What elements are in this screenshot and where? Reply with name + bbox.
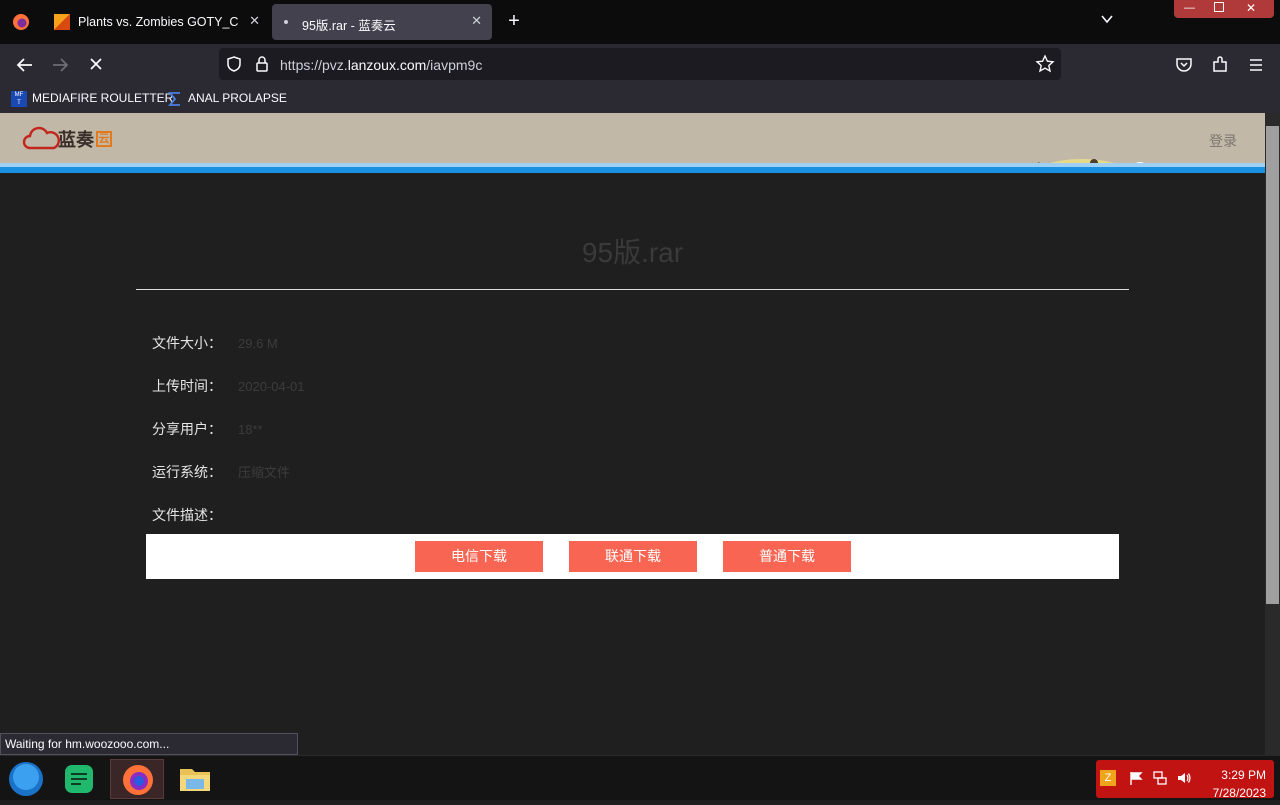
- start-orb-icon[interactable]: [0, 759, 54, 799]
- clock[interactable]: 3:29 PM 7/28/2023: [1213, 766, 1266, 802]
- taskbar: Z 3:29 PM 7/28/2023: [0, 755, 1280, 800]
- download-panel: 电信下载 联通下载 普通下载: [146, 534, 1119, 579]
- bookmark-star-icon[interactable]: [1035, 54, 1055, 79]
- normal-download-button[interactable]: 普通下载: [723, 541, 851, 572]
- file-name-heading: 95版.rar: [581, 237, 684, 268]
- info-value: 29.6 M: [238, 336, 278, 351]
- clock-date: 7/28/2023: [1212, 786, 1266, 800]
- login-link[interactable]: 登录: [1209, 131, 1237, 151]
- info-row-share-user: 分享用户： 18**: [152, 419, 263, 439]
- lanzou-logo[interactable]: 蓝奏云: [22, 126, 112, 152]
- info-label: 文件描述：: [152, 507, 222, 523]
- bookmark-label: MEDIAFIRE ROULETTER: [32, 91, 174, 106]
- firefox-icon[interactable]: [110, 759, 164, 799]
- bookmark-anal-prolapse[interactable]: ANAL PROLAPSE: [167, 91, 287, 107]
- header-accent-bar: [0, 163, 1265, 173]
- back-button[interactable]: [12, 53, 38, 77]
- minimize-icon[interactable]: —: [1184, 2, 1195, 14]
- stop-loading-button[interactable]: [83, 53, 109, 77]
- firefox-view-icon[interactable]: [8, 10, 34, 34]
- tracking-protection-shield-icon[interactable]: [225, 55, 243, 78]
- sigma-icon: [167, 91, 183, 107]
- navigation-toolbar: https://pvz.lanzoux.com/iavpm9c: [0, 44, 1280, 85]
- bookmarks-toolbar: MF T MEDIAFIRE ROULETTER ANAL PROLAPSE: [0, 85, 1280, 113]
- tab-strip: Plants vs. Zombies GOTY_CHS.exe ✕ 95版.ra…: [0, 0, 1280, 44]
- extensions-icon[interactable]: [1210, 55, 1230, 80]
- info-row-description: 文件描述：: [152, 505, 238, 525]
- clock-time: 3:29 PM: [1221, 768, 1266, 782]
- app-tray-icon[interactable]: Z: [1100, 770, 1116, 786]
- close-tab-icon[interactable]: ✕: [249, 13, 260, 29]
- close-window-icon[interactable]: ✕: [1246, 1, 1256, 15]
- pocket-icon[interactable]: [1174, 55, 1194, 80]
- window-controls[interactable]: — ✕: [1174, 0, 1274, 18]
- info-value: 18**: [238, 422, 263, 437]
- status-text: Waiting for hm.woozooo.com...: [0, 733, 298, 755]
- tab-lanzou-file[interactable]: 95版.rar - 蓝奏云 ✕: [272, 4, 492, 40]
- info-label: 分享用户：: [152, 421, 222, 437]
- url-bar[interactable]: https://pvz.lanzoux.com/iavpm9c: [219, 48, 1061, 80]
- url-host: lanzoux.com: [347, 57, 427, 73]
- list-all-tabs-icon[interactable]: [1100, 12, 1114, 31]
- web-page: 蓝奏云 登录 95版.rar 文件大小： 29.6 M 上传时间： 2020-04-…: [0, 113, 1265, 755]
- title-divider: [136, 289, 1129, 290]
- close-tab-icon[interactable]: ✕: [471, 13, 482, 29]
- loading-dot-icon: [284, 20, 288, 24]
- network-icon[interactable]: [1152, 770, 1168, 791]
- restore-icon[interactable]: [1214, 2, 1224, 12]
- bookmark-label: ANAL PROLAPSE: [188, 91, 287, 106]
- info-row-size: 文件大小： 29.6 M: [152, 333, 278, 353]
- url-prefix: https://pvz.: [280, 57, 348, 73]
- app-menu-icon[interactable]: [1246, 55, 1266, 80]
- system-tray: Z 3:29 PM 7/28/2023: [1096, 760, 1274, 800]
- file-explorer-icon[interactable]: [168, 759, 222, 799]
- action-center-flag-icon[interactable]: [1128, 770, 1144, 791]
- info-row-system: 运行系统： 压缩文件: [152, 462, 290, 482]
- tab-favicon-icon: [54, 14, 70, 30]
- site-header: 蓝奏云 登录: [0, 113, 1265, 173]
- info-label: 上传时间：: [152, 378, 222, 394]
- url-text[interactable]: https://pvz.lanzoux.com/iavpm9c: [280, 57, 482, 73]
- tab-title: 95版.rar - 蓝奏云: [302, 19, 396, 33]
- telecom-download-button[interactable]: 电信下载: [415, 541, 543, 572]
- mediafire-icon: MF T: [11, 91, 27, 107]
- info-value: 2020-04-01: [238, 379, 305, 394]
- cloud-logo-icon: [22, 126, 60, 150]
- bookmark-mediafire-rouletter[interactable]: MF T MEDIAFIRE ROULETTER: [11, 91, 173, 107]
- info-label: 运行系统：: [152, 464, 222, 480]
- header-accent-highlight: [0, 163, 1265, 167]
- new-tab-button[interactable]: +: [502, 10, 526, 32]
- scrollbar-thumb[interactable]: [1266, 126, 1279, 604]
- notes-icon[interactable]: [53, 759, 107, 799]
- info-label: 文件大小：: [152, 335, 222, 351]
- lock-icon[interactable]: [254, 55, 270, 78]
- info-value: 压缩文件: [238, 465, 291, 480]
- tab-title: Plants vs. Zombies GOTY_CHS.exe: [78, 15, 238, 29]
- logo-text: 蓝奏: [58, 130, 94, 150]
- forward-button[interactable]: [47, 53, 73, 77]
- unicom-download-button[interactable]: 联通下载: [569, 541, 697, 572]
- info-row-upload-time: 上传时间： 2020-04-01: [152, 376, 305, 396]
- tab-plants-vs-zombies[interactable]: Plants vs. Zombies GOTY_CHS.exe ✕: [44, 4, 270, 40]
- url-path: /iavpm9c: [426, 57, 483, 73]
- volume-icon[interactable]: [1176, 770, 1192, 791]
- logo-badge: 云: [96, 131, 112, 147]
